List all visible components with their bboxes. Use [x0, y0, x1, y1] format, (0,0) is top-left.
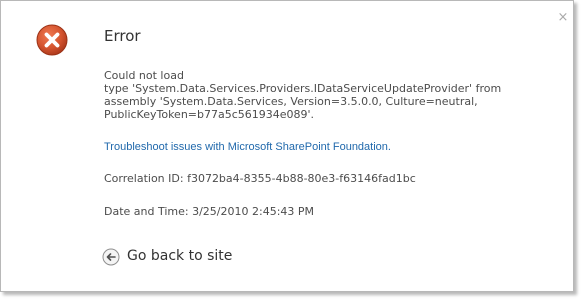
troubleshoot-link[interactable]: Troubleshoot issues with Microsoft Share… [104, 141, 391, 154]
error-icon [36, 24, 68, 56]
message-line: assembly 'System.Data.Services, Version=… [104, 95, 478, 108]
date-time: Date and Time: 3/25/2010 2:45:43 PM [104, 205, 315, 218]
close-icon[interactable]: × [557, 11, 569, 25]
message-line: PublicKeyToken=b77a5c561934e089'. [104, 108, 315, 121]
error-dialog: × Error Could not load type 'System.Data… [0, 0, 574, 292]
message-line: Could not load [104, 69, 184, 82]
back-arrow-icon [102, 248, 120, 266]
correlation-id: Correlation ID: f3072ba4-8355-4b88-80e3-… [104, 172, 416, 185]
go-back-label: Go back to site [127, 248, 233, 264]
page-title: Error [104, 27, 141, 45]
error-message: Could not load type 'System.Data.Service… [104, 69, 544, 121]
message-line: type 'System.Data.Services.Providers.IDa… [104, 82, 502, 95]
